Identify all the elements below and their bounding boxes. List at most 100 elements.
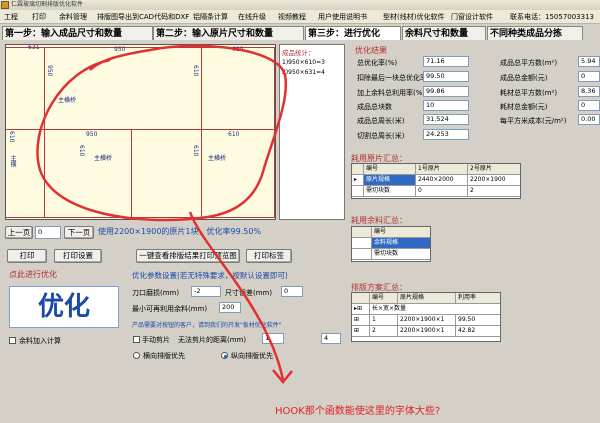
window-title: 仁霖玻璃切割排版优化软件	[11, 1, 84, 8]
tab-leftover[interactable]: 余料尺寸和数量	[402, 26, 486, 40]
result-label-1: 总优化率(%)	[357, 59, 398, 67]
leftover-row-count[interactable]: 需切块数	[372, 249, 430, 260]
window-title-bar: 仁霖玻璃切割排版优化软件	[0, 0, 600, 10]
leftover-join-checkbox[interactable]	[9, 337, 16, 344]
menu-print[interactable]: 打印	[32, 10, 46, 24]
manual-cut-checkbox[interactable]	[133, 336, 140, 343]
table-cell[interactable]: 1	[370, 315, 398, 326]
menu-online-update[interactable]: 在线升级	[238, 10, 266, 24]
piece-label-4: 主横	[9, 155, 16, 167]
vertical-priority-label: 纵向排版优先	[231, 352, 273, 360]
spacing-input-a[interactable]: 1	[262, 333, 284, 344]
page-number-input[interactable]: 0	[35, 226, 61, 239]
consumed-grid: 编号 1号原片 2号原片 ▸ 原片规格 2440×2000 2200×1900 …	[351, 163, 521, 199]
kerf-input[interactable]: -2	[191, 286, 221, 297]
menu-project[interactable]: 工程	[4, 10, 18, 24]
tab-sorting[interactable]: 不同种类成品分拣	[487, 26, 583, 40]
optimize-button[interactable]: 优化	[9, 286, 119, 328]
no-spacing-label: 无法剪片的距离(mm)	[178, 336, 247, 344]
horizontal-priority-radio[interactable]	[133, 352, 140, 359]
stats-title: 成品统计：	[282, 49, 315, 57]
optimize-hint: 点此进行优化	[9, 270, 57, 279]
table-cell[interactable]: 99.50	[456, 315, 500, 326]
annotation-text: HOOK那个函数能使这里的字体大些?	[275, 406, 441, 417]
manual-cut-label: 手动剪片	[142, 336, 170, 344]
dim-label-height-3: 610	[8, 131, 15, 143]
vertical-priority-radio[interactable]	[221, 352, 228, 359]
result-label-5: 成品总周长(米)	[357, 117, 405, 125]
params-note: 产品需要对按钮的客户，请到我们的开发"板材优化软件"	[132, 322, 282, 329]
consumed-header-sheet1: 1号原片	[416, 164, 468, 175]
dim-label-width-1: 950	[86, 131, 98, 138]
layout-info-text: 使用2200×1900的原片1块，优化率99.50%	[98, 227, 262, 236]
stats-line-1: 1)950×610=3	[282, 59, 325, 66]
result-right-value-1: 5.94	[578, 56, 600, 67]
tab-step3[interactable]: 第三步：进行优化	[305, 26, 401, 40]
result-label-6: 切割总周长(米)	[357, 132, 405, 140]
stats-line-2: 2)950×631=4	[282, 69, 325, 76]
spacing-input-b[interactable]: 4	[321, 333, 341, 344]
table-cell[interactable]: 42.82	[456, 326, 500, 337]
menu-user-manual[interactable]: 用户使用说明书	[318, 10, 367, 24]
dim-label-top-1: 631	[28, 44, 40, 51]
result-right-value-3: 8.36	[578, 86, 600, 97]
result-right-label-2: 成品总金额(元)	[500, 74, 548, 82]
layout-canvas[interactable]: 631 950 610 950 610 610 610 610 950 610 …	[5, 44, 276, 220]
dim-label-top-3: 610	[232, 46, 244, 53]
menu-video-tutorial[interactable]: 视频教程	[278, 10, 306, 24]
result-right-label-1: 成品总平方数(m²)	[500, 59, 558, 67]
table-cell[interactable]: 0	[416, 186, 468, 197]
dim-label-top-2: 950	[114, 46, 126, 53]
schemes-subheader: 长×宽×数量	[370, 304, 500, 315]
print-label-button[interactable]: 打印标签	[246, 249, 292, 263]
table-cell[interactable]: 2200×1900×1	[398, 326, 456, 337]
result-value-4: 10	[423, 100, 469, 111]
print-setup-button[interactable]: 打印设置	[54, 249, 102, 263]
schemes-grid: 编号 原片规格 利用率 ▸⊞ 长×宽×数量 ⊞ 1 2200×1900×1 99…	[351, 292, 501, 342]
menu-profile-software[interactable]: 型材(线材)优化软件	[383, 10, 444, 24]
tab-step1[interactable]: 第一步：输入成品尺寸和数量	[2, 26, 153, 40]
table-cell[interactable]: 2200×1900	[468, 175, 520, 186]
consumed-row-spec[interactable]: 原片规格	[364, 175, 416, 186]
size-diff-input[interactable]: 0	[281, 286, 303, 297]
next-page-button[interactable]: 下一页	[64, 226, 94, 239]
result-value-6: 24.253	[423, 129, 469, 140]
leftover-header-id: 编号	[372, 227, 430, 238]
horizontal-priority-label: 横向排版优先	[143, 352, 185, 360]
schemes-header-rate: 利用率	[456, 293, 500, 304]
table-cell[interactable]: 2	[468, 186, 520, 197]
annotation-arrowhead	[272, 369, 293, 384]
kerf-label: 刀口磨损(mm)	[132, 289, 180, 297]
leftover-row-spec[interactable]: 余料规格	[372, 238, 430, 249]
min-leftover-input[interactable]: 200	[219, 302, 241, 313]
result-value-5: 31.524	[423, 114, 469, 125]
preview-all-button[interactable]: 一键查看排版结果打印预览图	[136, 249, 240, 263]
leftover-title: 耗用余料汇总：	[351, 216, 407, 225]
result-label-4: 成品总块数	[357, 103, 392, 111]
menu-bar: 工程 打印 余料管理 排版图导出到CAD代码和DXF 铝隔条计算 在线升级 视频…	[0, 10, 600, 24]
menu-contact-phone[interactable]: 联系电话：15057003313	[510, 10, 594, 24]
dim-label-height-4: 610	[78, 145, 85, 157]
table-cell[interactable]: 2200×1900×1	[398, 315, 456, 326]
menu-spacer-calc[interactable]: 铝隔条计算	[193, 10, 228, 24]
table-cell[interactable]: 2440×2000	[416, 175, 468, 186]
result-right-label-5: 每平方米成本(元/m²)	[500, 117, 567, 125]
menu-leftover[interactable]: 余料管理	[59, 10, 87, 24]
tab-step2[interactable]: 第二步：输入原片尺寸和数量	[153, 26, 304, 40]
menu-door-window-software[interactable]: 门窗设计软件	[451, 10, 493, 24]
dim-label-height-5: 610	[192, 145, 199, 157]
menu-export-cad[interactable]: 排版图导出到CAD代码和DXF	[97, 10, 189, 24]
step-tabs: 第一步：输入成品尺寸和数量 第二步：输入原片尺寸和数量 第三步：进行优化 余料尺…	[0, 25, 600, 41]
min-leftover-label: 最小可再利用余料(mm)	[132, 305, 208, 313]
table-cell[interactable]: 2	[370, 326, 398, 337]
app-icon	[1, 1, 9, 9]
result-right-label-3: 耗材总平方数(m²)	[500, 89, 558, 97]
result-label-3: 加上余料总利用率(%)	[357, 89, 426, 97]
schemes-header-id: 编号	[370, 293, 398, 304]
dim-label-height-1: 950	[46, 65, 53, 77]
prev-page-button[interactable]: 上一页	[5, 226, 33, 239]
piece-label-2: 主横桥	[94, 155, 113, 162]
consumed-row-count[interactable]: 需切块数	[364, 186, 416, 197]
print-button[interactable]: 打印	[7, 249, 47, 263]
piece-label-3: 主横桥	[208, 155, 227, 162]
